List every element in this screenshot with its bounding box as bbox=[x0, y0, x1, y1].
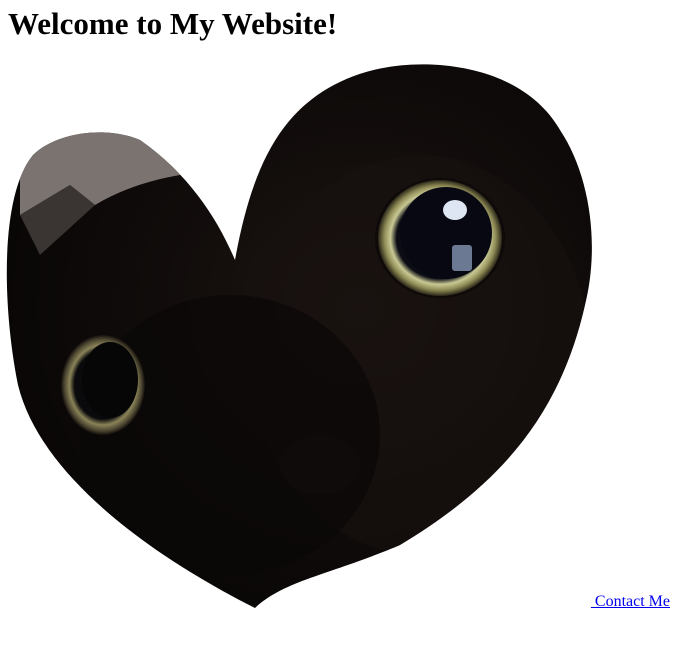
page-title: Welcome to My Website! bbox=[8, 6, 338, 41]
left-eye bbox=[61, 335, 145, 435]
contact-me-link[interactable]: Contact Me bbox=[591, 593, 670, 611]
right-eye bbox=[375, 178, 505, 298]
heart-cat-photo bbox=[6, 64, 592, 608]
cat-face bbox=[6, 64, 592, 608]
